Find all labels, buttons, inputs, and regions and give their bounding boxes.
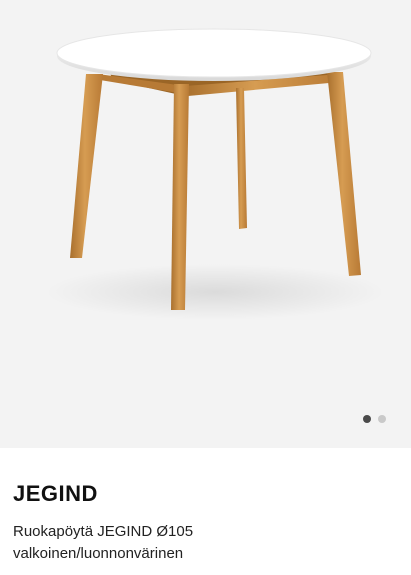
product-brand-title: JEGIND — [13, 481, 98, 506]
product-page: JEGIND Ruokapöytä JEGIND Ø105 valkoinen/… — [0, 0, 411, 575]
product-info: JEGIND Ruokapöytä JEGIND Ø105 valkoinen/… — [0, 448, 411, 575]
product-description-line-2: valkoinen/luonnonvärinen — [13, 545, 184, 562]
product-description: Ruokapöytä JEGIND Ø105 valkoinen/luonnon… — [13, 521, 393, 565]
carousel-pagination — [363, 415, 386, 423]
product-image-table[interactable] — [0, 0, 411, 400]
carousel-dot-2[interactable] — [378, 415, 386, 423]
product-description-line-1: Ruokapöytä JEGIND Ø105 — [13, 523, 194, 540]
carousel-dot-1[interactable] — [363, 415, 371, 423]
product-image-gallery[interactable] — [0, 0, 411, 448]
